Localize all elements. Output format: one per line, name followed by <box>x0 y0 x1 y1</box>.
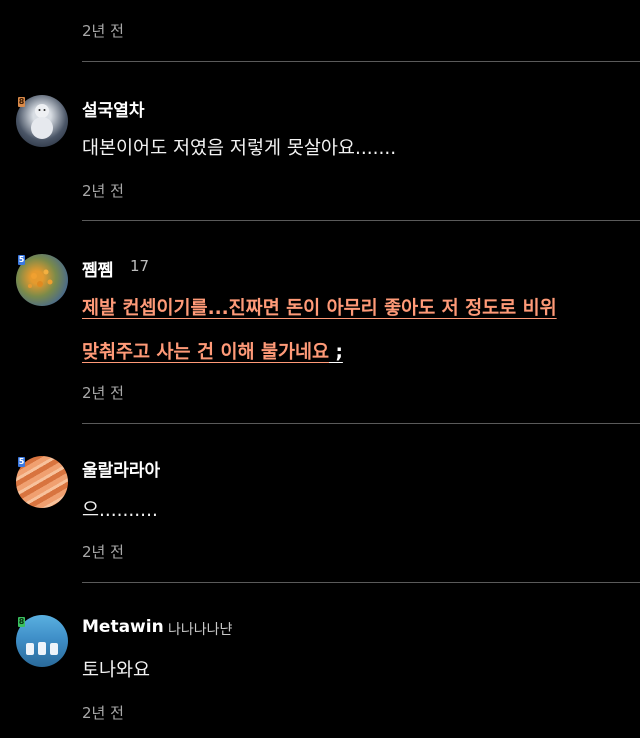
username[interactable]: Metawin <box>82 617 164 637</box>
comment-text: 으.......... <box>82 500 158 521</box>
comment-text-line-1: 제발 컨셉이기를...진짜면 돈이 아무리 좋아도 저 정도로 비위 <box>82 294 557 320</box>
comment-timestamp: 2년 전 <box>82 182 124 200</box>
comment-divider <box>82 220 640 221</box>
username[interactable]: 울랄라라아 <box>82 456 160 481</box>
user-meta: 17 <box>130 257 150 275</box>
comment-timestamp: 2년 전 <box>82 543 124 561</box>
comment-timestamp: 2년 전 <box>82 22 124 40</box>
comment-text: 토나와요 <box>82 660 151 681</box>
level-badge: 5 <box>18 255 25 265</box>
username[interactable]: 쩸쩸 <box>82 256 113 281</box>
highlighted-text-tail: ; <box>329 342 343 363</box>
highlighted-text: 맞춰주고 사는 건 이해 불가네요 <box>82 342 330 363</box>
comment-timestamp: 2년 전 <box>82 704 124 722</box>
username[interactable]: 설국열차 <box>82 96 145 121</box>
user-meta: 나나나나냔 <box>168 622 233 638</box>
comment-text: 대본이어도 저였음 저렇게 못살아요....... <box>82 138 397 159</box>
level-badge: 5 <box>18 457 25 467</box>
comment-divider <box>82 423 640 424</box>
highlighted-text: 제발 컨셉이기를...진짜면 돈이 아무리 좋아도 저 정도로 비위 <box>82 298 557 319</box>
comment-divider <box>82 61 640 62</box>
level-badge: 8 <box>18 617 25 627</box>
comment-text-line-2: 맞춰주고 사는 건 이해 불가네요 ; <box>82 338 343 364</box>
comment-divider <box>82 582 640 583</box>
level-badge: 8 <box>18 97 25 107</box>
comment-timestamp: 2년 전 <box>82 384 124 402</box>
